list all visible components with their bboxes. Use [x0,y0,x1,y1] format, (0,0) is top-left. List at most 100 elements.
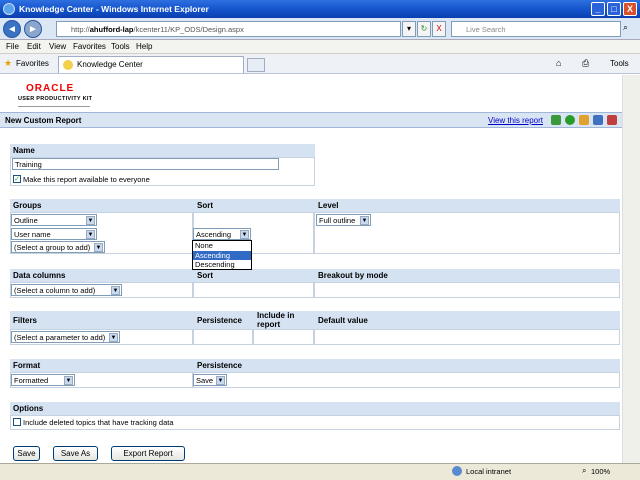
add-parameter-select[interactable]: (Select a parameter to add) ▼ [11,331,120,343]
add-column-select[interactable]: (Select a column to add) ▼ [11,284,122,296]
group-select-1[interactable]: Outline ▼ [11,214,97,226]
menu-bar: File Edit View Favorites Tools Help [0,40,640,54]
zoom-level[interactable]: 100% [591,467,610,476]
menu-file[interactable]: File [6,42,19,51]
name-section-header: Name [10,144,315,157]
chevron-down-icon: ▼ [64,376,73,385]
menu-favorites[interactable]: Favorites [73,42,106,51]
address-toolbar: ◄ ► http://ahufford-lap/kcenter11/KP_ODS… [0,18,640,40]
include-heading: Include in [257,311,295,320]
format-persistence-heading: Persistence [197,361,242,370]
save-as-button[interactable]: Save As [53,446,98,461]
chevron-down-icon: ▼ [360,216,369,225]
filters-section-header: Filters Persistence Include in report De… [10,311,620,329]
chevron-down-icon: ▼ [86,230,95,239]
vertical-scrollbar[interactable] [622,75,640,463]
persistence-heading: Persistence [197,316,242,325]
url-host: ahufford-lap [89,25,134,34]
oracle-logo: ORACLE [26,83,75,94]
menu-tools[interactable]: Tools [111,42,130,51]
group-select-2[interactable]: User name ▼ [11,228,97,240]
page-header: New Custom Report View this report [0,112,622,128]
default-value-heading: Default value [318,316,368,325]
sort-dropdown-list: None Ascending Descending [192,240,252,270]
format-persistence-cell [193,372,620,388]
chevron-down-icon: ▼ [216,376,225,385]
datacols-heading: Data columns [13,271,66,280]
favorites-bar: ★ Favorites Knowledge Center ⌂ ⎙ Tools [0,54,640,74]
search-input[interactable]: Live Search [451,21,621,37]
sort-option-ascending[interactable]: Ascending [193,250,251,260]
format-section-header: Format Persistence [10,359,620,372]
maximize-button[interactable]: □ [607,2,621,16]
menu-help[interactable]: Help [136,42,152,51]
refresh-button[interactable]: ↻ [417,21,431,37]
favorites-button[interactable]: Favorites [16,59,49,68]
help-icon[interactable] [593,115,603,125]
chevron-down-icon: ▼ [109,333,118,342]
zoom-icon: ⌕ [582,466,587,475]
chevron-down-icon: ▼ [240,230,249,239]
datacols-sort-cell [193,282,314,298]
sort-option-descending[interactable]: Descending [193,260,251,270]
new-tab-button[interactable] [247,58,265,72]
persistence-cell [193,329,253,345]
page-icon [63,60,73,70]
add-group-select[interactable]: (Select a group to add) ▼ [11,241,105,253]
close-button[interactable]: X [623,2,637,16]
tab-knowledge-center[interactable]: Knowledge Center [58,56,244,73]
menu-view[interactable]: View [49,42,66,51]
chevron-down-icon: ▼ [111,286,120,295]
include-deleted-label: Include deleted topics that have trackin… [23,418,174,427]
logo-divider [18,106,90,107]
back-button[interactable]: ◄ [3,20,21,38]
level-select[interactable]: Full outline ▼ [316,214,371,226]
home-icon[interactable] [579,115,589,125]
status-bar: Local intranet ⌕ 100% [0,463,640,480]
datacols-section-header: Data columns Sort Breakout by mode [10,269,620,282]
view-report-link[interactable]: View this report [488,116,543,125]
print-icon[interactable]: ⎙ [582,58,589,69]
datacols-sort-heading: Sort [197,271,213,280]
report-form: Name Training ✓ Make this report availab… [0,128,622,463]
logo-area: ORACLE USER PRODUCTIVITY KIT [0,75,640,112]
groups-section-header: Groups Sort Level [10,199,620,212]
address-input[interactable]: http://ahufford-lap/kcenter11/KP_ODS/Des… [56,21,401,37]
tools-button[interactable]: Tools [610,59,629,68]
sort-select-2[interactable]: Ascending ▼ [193,228,251,240]
sort-heading: Sort [197,201,213,210]
upk-label: USER PRODUCTIVITY KIT [18,96,93,102]
stop-button[interactable]: X [432,21,446,37]
home-icon[interactable]: ⌂ [556,58,561,68]
window-titlebar: Knowledge Center - Windows Internet Expl… [0,0,640,18]
format-select[interactable]: Formatted ▼ [11,374,75,386]
edit-icon[interactable] [551,115,561,125]
format-heading: Format [13,361,41,370]
star-icon: ★ [4,58,13,68]
export-report-button[interactable]: Export Report [111,446,185,461]
share-label: Make this report available to everyone [23,175,150,184]
address-dropdown[interactable]: ▾ [402,21,416,37]
include-deleted-checkbox[interactable] [13,418,21,426]
window-title: Knowledge Center - Windows Internet Expl… [19,4,209,14]
intranet-icon [452,466,462,476]
zone-label: Local intranet [466,467,512,476]
page-title: New Custom Report [5,116,82,125]
chevron-down-icon: ▼ [86,216,95,225]
search-icon[interactable]: ⌕ [623,22,637,36]
menu-edit[interactable]: Edit [27,42,41,51]
format-persistence-select[interactable]: Save ▼ [193,374,227,386]
logout-icon[interactable] [607,115,617,125]
ie-logo-icon [3,3,15,15]
name-input[interactable]: Training [12,158,279,170]
share-checkbox[interactable]: ✓ [13,175,21,183]
include-cell [253,329,314,345]
sort-option-none[interactable]: None [193,241,251,251]
include-heading-2: report [257,320,281,329]
save-button[interactable]: Save [13,446,40,461]
go-icon[interactable] [565,115,575,125]
breakout-heading: Breakout by mode [318,271,388,280]
forward-button[interactable]: ► [24,20,42,38]
groups-heading: Groups [13,201,42,210]
minimize-button[interactable]: _ [591,2,605,16]
